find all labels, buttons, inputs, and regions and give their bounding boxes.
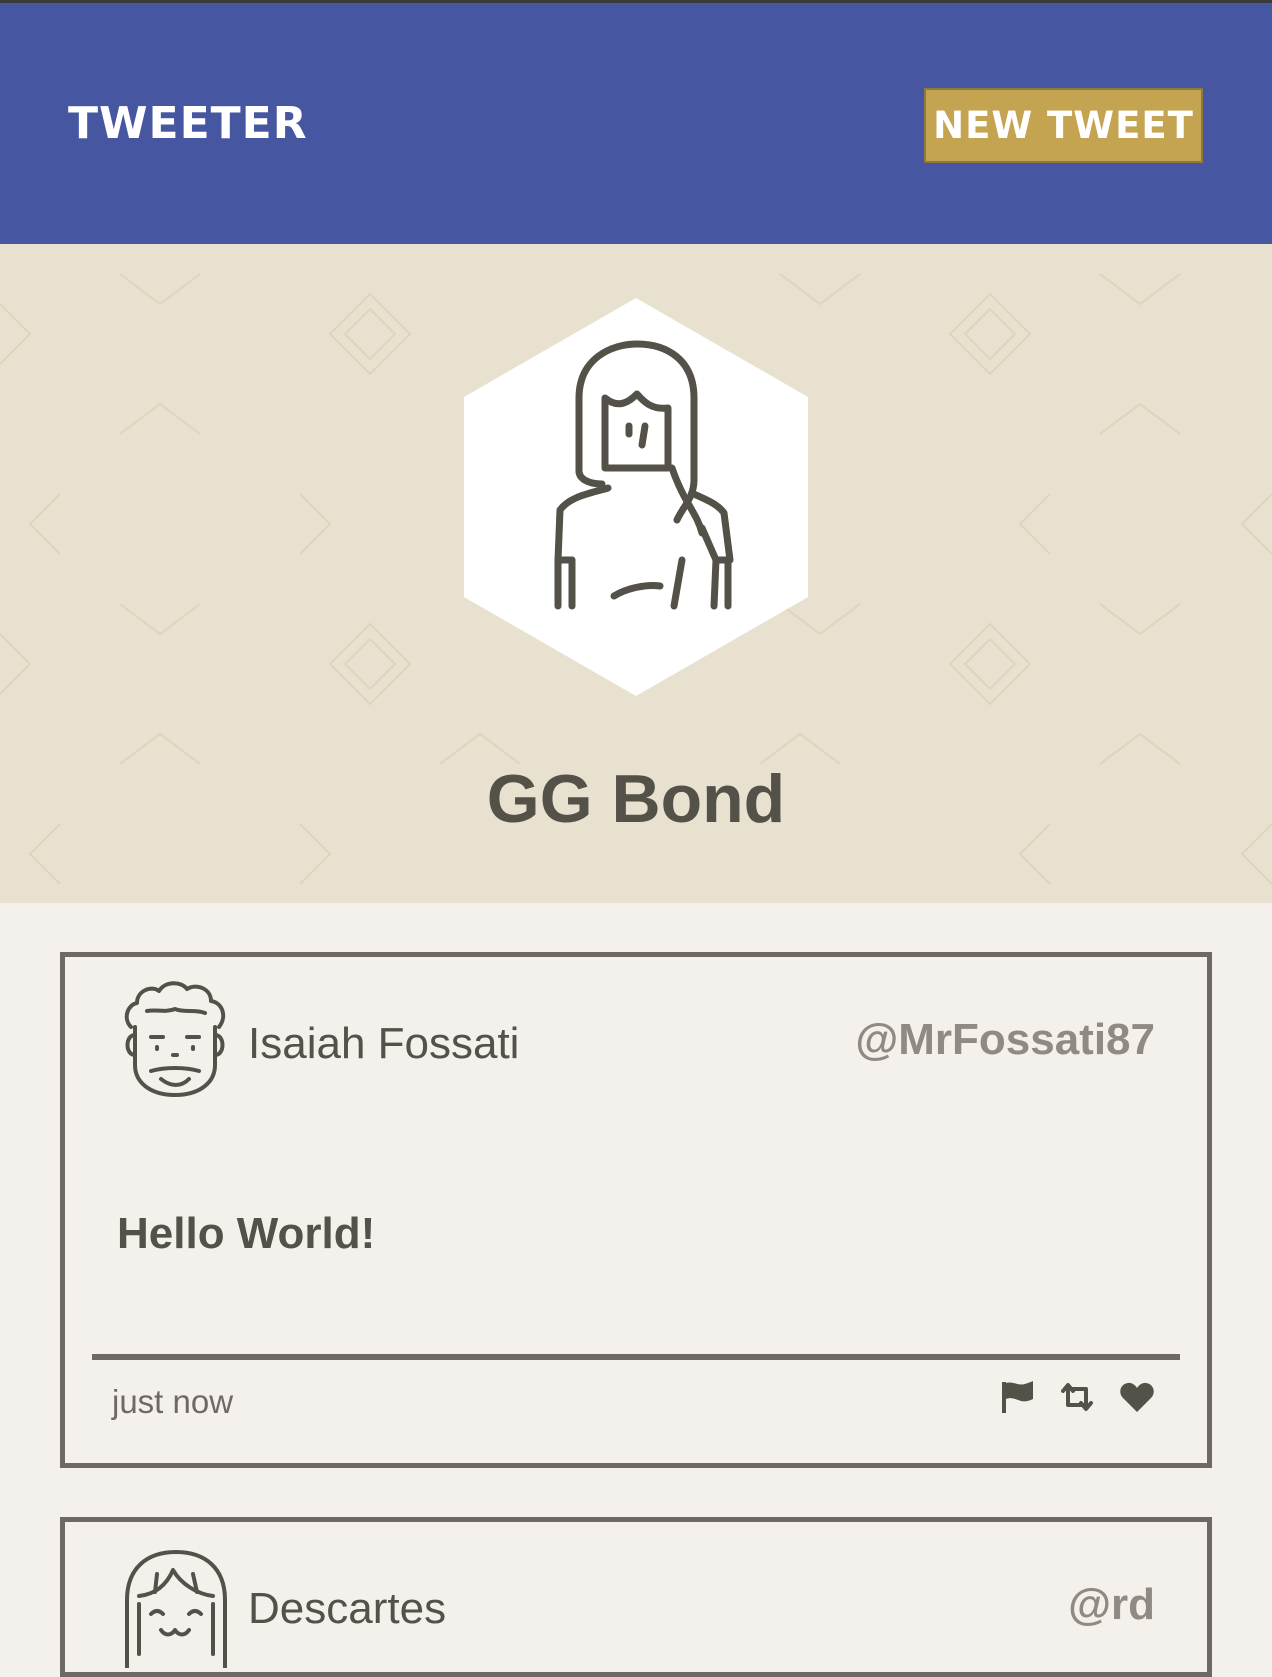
curly-hair-man-avatar-icon xyxy=(124,981,226,1097)
profile-avatar xyxy=(464,298,808,696)
tweet-text: Hello World! xyxy=(117,1209,376,1258)
tweet-divider xyxy=(92,1354,1180,1360)
top-navbar: Tweeter New Tweet xyxy=(0,3,1272,244)
tweet-author-handle[interactable]: @rd xyxy=(1068,1580,1155,1630)
retweet-icon[interactable] xyxy=(1059,1379,1095,1415)
tweet-author-handle[interactable]: @MrFossati87 xyxy=(855,1015,1155,1065)
tweet-card: Descartes @rd xyxy=(60,1517,1212,1677)
tweet-author-name[interactable]: Descartes xyxy=(248,1584,446,1634)
profile-header: GG Bond xyxy=(0,244,1272,903)
new-tweet-button[interactable]: New Tweet xyxy=(924,88,1203,163)
tweet-author-name[interactable]: Isaiah Fossati xyxy=(248,1019,519,1069)
flag-icon[interactable] xyxy=(999,1379,1035,1415)
profile-name: GG Bond xyxy=(486,761,786,837)
tweet-actions xyxy=(999,1379,1155,1415)
tweet-timestamp: just now xyxy=(112,1383,234,1420)
heart-icon[interactable] xyxy=(1119,1379,1155,1415)
bangs-girl-avatar-icon xyxy=(125,1550,227,1668)
tweet-card: Isaiah Fossati @MrFossati87 Hello World!… xyxy=(60,952,1212,1468)
app-brand[interactable]: Tweeter xyxy=(68,98,308,149)
